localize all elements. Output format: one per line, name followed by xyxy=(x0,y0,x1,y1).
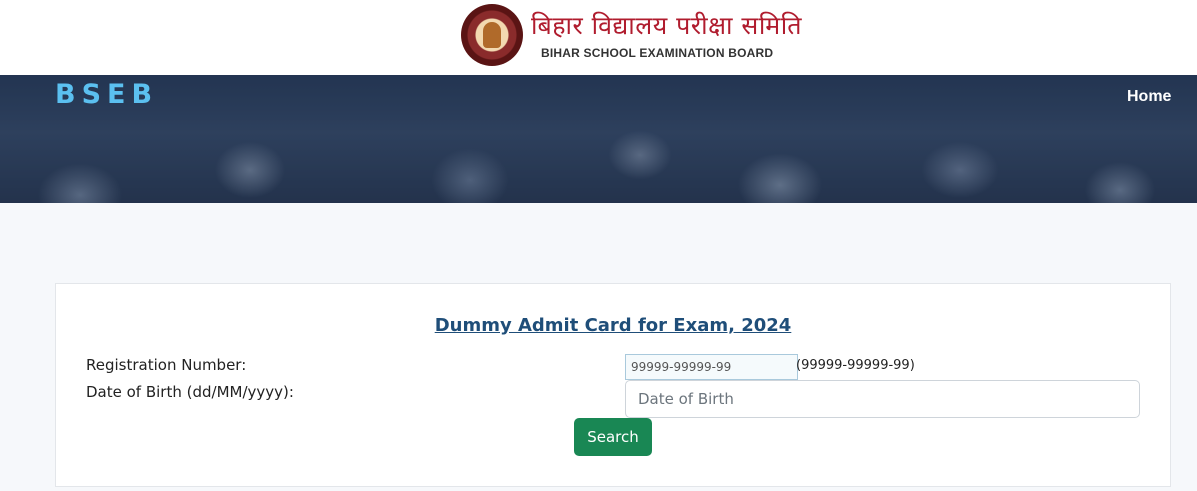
dob-label: Date of Birth (dd/MM/yyyy): xyxy=(86,383,294,401)
registration-label: Registration Number: xyxy=(86,356,247,374)
form-title: Dummy Admit Card for Exam, 2024 xyxy=(434,315,792,336)
bseb-logo[interactable]: बिहार विद्यालय परीक्षा समिति BIHAR SCHOO… xyxy=(461,4,801,68)
hero-banner: BSEB Home xyxy=(0,75,1197,203)
logo-hindi-text: बिहार विद्यालय परीक्षा समिति xyxy=(531,11,802,40)
site-header: बिहार विद्यालय परीक्षा समिति BIHAR SCHOO… xyxy=(0,0,1197,75)
bseb-emblem-icon xyxy=(461,4,523,66)
logo-english-text: BIHAR SCHOOL EXAMINATION BOARD xyxy=(541,46,774,60)
hero-overlay xyxy=(0,75,1197,203)
nav-home-link[interactable]: Home xyxy=(1127,88,1171,106)
dob-input[interactable] xyxy=(625,380,1140,418)
brand-name[interactable]: BSEB xyxy=(55,79,158,110)
admit-card-form: Dummy Admit Card for Exam, 2024 Registra… xyxy=(55,283,1171,487)
search-button[interactable]: Search xyxy=(574,418,652,456)
registration-format-hint: (99999-99999-99) xyxy=(796,358,915,373)
registration-number-input[interactable] xyxy=(625,354,798,380)
